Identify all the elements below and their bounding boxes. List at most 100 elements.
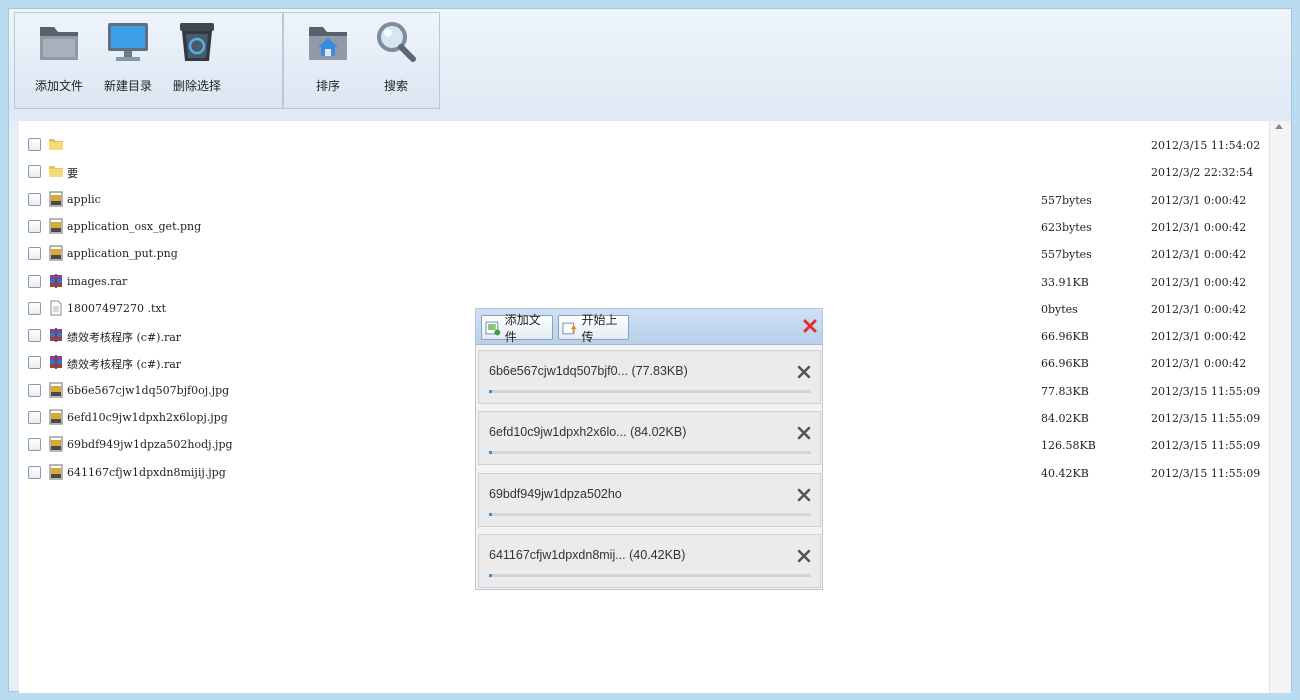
image-file-icon [49,245,63,261]
image-file-icon [49,382,63,398]
file-date: 2012/3/1 0:00:42 [1151,302,1247,316]
file-name[interactable]: 绩效考核程序 (c#).rar [67,329,181,345]
computer-icon [108,23,148,61]
file-size: 77.83KB [1041,384,1089,398]
row-checkbox[interactable] [28,138,41,151]
file-row[interactable]: application_osx_get.png 623bytes 2012/3/1 … [19,215,1269,242]
upload-dialog: 添加文件 开始上传 6b6e567cjw1dq507bjf0... (77.83… [475,308,823,590]
remove-icon[interactable] [797,488,811,502]
start-upload-button[interactable]: 开始上传 [558,313,629,344]
image-file-icon [49,191,63,207]
upload-queue-item: 69bdf949jw1dpza502ho [478,472,821,527]
upload-add-file-button[interactable]: 添加文件 [481,313,553,344]
file-date: 2012/3/15 11:55:09 [1151,412,1261,425]
row-checkbox[interactable] [28,383,41,397]
text-file-icon [50,300,62,316]
file-size: 40.42KB [1041,466,1089,480]
upload-progress-bar [489,390,811,393]
file-name[interactable]: application_put.png [67,247,178,260]
row-checkbox[interactable] [28,219,41,233]
upload-queue-item: 6b6e567cjw1dq507bjf0... (77.83KB) [478,350,821,404]
file-row[interactable]: 要 2012/3/2 22:32:54 [19,160,1269,187]
upload-queue-item: 6efd10c9jw1dpxh2x6lo... (84.02KB) [478,411,821,466]
file-name[interactable]: 绩效考核程序 (c#).rar [67,356,181,372]
file-name[interactable]: images.rar [67,275,127,288]
search-button[interactable]: 搜索 [366,17,426,99]
image-file-icon [49,409,63,425]
add-file-icon [485,321,501,335]
file-date: 2012/3/15 11:55:09 [1151,439,1261,453]
row-checkbox[interactable] [28,438,41,452]
scroll-up-arrow-icon[interactable] [1275,124,1283,129]
file-date: 2012/3/1 0:00:42 [1151,357,1247,371]
file-name[interactable]: 要 [67,165,78,181]
file-size: 0bytes [1041,302,1078,316]
remove-icon[interactable] [797,365,811,379]
file-row[interactable]: applic 557bytes 2012/3/1 0:00:42 [19,188,1269,215]
new-directory-button[interactable]: 新建目录 [98,17,158,99]
image-file-icon [49,436,63,452]
file-size: 84.02KB [1041,412,1089,425]
row-checkbox[interactable] [28,247,41,261]
toolbar: 添加文件 新建目录 删除选择 排序 搜索 [9,9,1291,121]
toolbar-group-view: 排序 搜索 [283,12,440,109]
upload-progress-bar [489,512,811,516]
file-row[interactable]: images.rar 33.91KB 2012/3/1 0:00:42 [19,270,1269,297]
row-checkbox[interactable] [28,274,41,288]
row-checkbox[interactable] [28,301,41,315]
file-size: 33.91KB [1041,275,1089,289]
upload-queue-item: 641167cfjw1dpxdn8mij... (40.42KB) [478,533,821,588]
file-date: 2012/3/1 0:00:42 [1151,220,1247,234]
toolbar-group-file: 添加文件 新建目录 删除选择 [14,12,283,109]
file-size: 126.58KB [1041,439,1096,453]
delete-selected-button[interactable]: 删除选择 [167,17,227,99]
upload-progress-bar [489,451,811,455]
upload-file-label: 69bdf949jw1dpza502ho [489,486,622,501]
remove-icon[interactable] [797,426,811,440]
file-name[interactable]: 6efd10c9jw1dpxh2x6lopj.jpg [67,411,228,424]
file-date: 2012/3/15 11:55:09 [1151,466,1261,480]
file-size: 66.96KB [1041,357,1089,371]
file-row[interactable]: application_put.png 557bytes 2012/3/1 0:00… [19,242,1269,269]
upload-progress-bar [489,573,811,577]
file-date: 2012/3/15 11:54:02 [1151,139,1261,152]
add-file-button[interactable]: 添加文件 [29,17,89,99]
file-size: 66.96KB [1041,330,1089,344]
row-checkbox[interactable] [28,165,41,179]
file-date: 2012/3/2 22:32:54 [1151,166,1254,180]
vertical-scrollbar[interactable] [1269,121,1291,693]
file-name[interactable]: 6b6e567cjw1dq507bjf0oj.jpg [67,384,229,397]
file-date: 2012/3/1 0:00:42 [1151,193,1247,207]
file-size: 557bytes [1041,248,1092,262]
row-checkbox[interactable] [28,356,41,370]
rar-file-icon [50,355,62,370]
folder-icon [40,27,78,60]
folder-icon [49,166,63,178]
search-icon [377,22,416,62]
upload-file-label: 6efd10c9jw1dpxh2x6lo... (84.02KB) [489,425,687,440]
recycle-bin-icon [180,23,214,61]
row-checkbox[interactable] [28,192,41,206]
file-name[interactable]: 69bdf949jw1dpza502hodj.jpg [67,438,233,451]
file-name[interactable]: 18007497270 .txt [67,302,166,315]
upload-dialog-toolbar: 添加文件 开始上传 [476,309,822,345]
file-date: 2012/3/15 11:55:09 [1151,384,1261,398]
remove-icon[interactable] [797,549,811,563]
row-checkbox[interactable] [28,411,41,424]
file-size: 623bytes [1041,220,1092,234]
rar-file-icon [50,328,62,343]
file-date: 2012/3/1 0:00:42 [1151,330,1247,344]
close-icon[interactable] [802,318,818,334]
file-name[interactable]: application_osx_get.png [67,220,201,233]
row-checkbox[interactable] [28,465,41,479]
upload-progress-fill [489,451,493,455]
image-file-icon [49,218,63,234]
row-checkbox[interactable] [28,329,41,343]
file-date: 2012/3/1 0:00:42 [1151,248,1247,262]
file-name[interactable]: applic [67,193,101,206]
upload-icon [562,322,577,334]
file-size: 557bytes [1041,193,1092,207]
sort-button[interactable]: 排序 [298,17,358,99]
file-name[interactable]: 641167cfjw1dpxdn8mijij.jpg [67,466,226,479]
file-row[interactable]: 2012/3/15 11:54:02 [19,133,1269,160]
